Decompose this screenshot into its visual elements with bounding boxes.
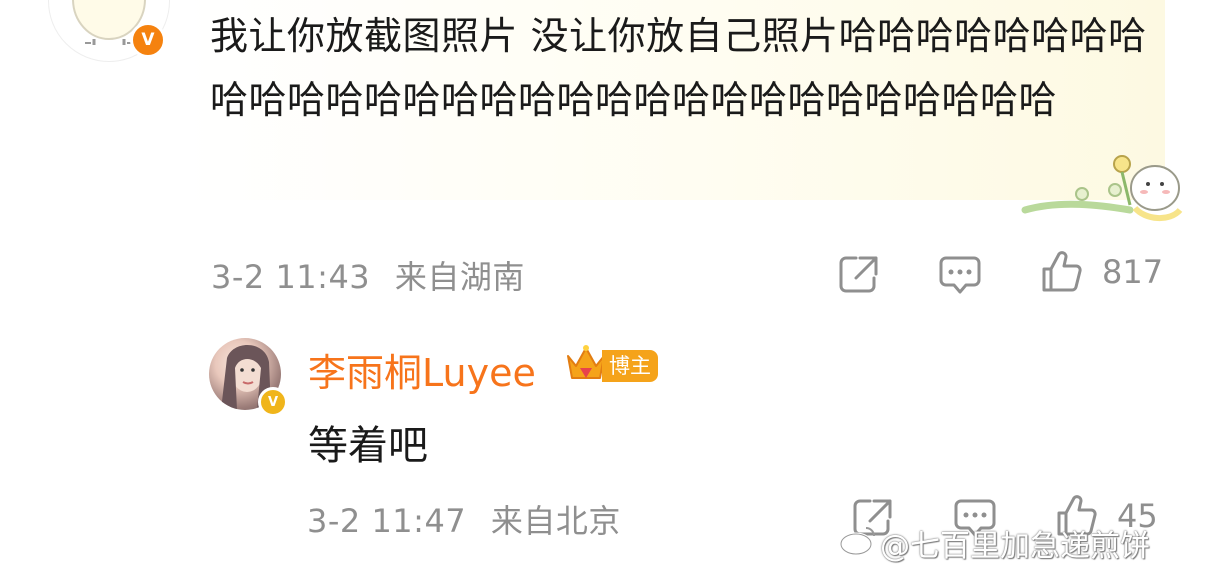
comment-meta: 3-2 11:43 来自湖南 bbox=[211, 252, 525, 298]
comment-text: 我让你放截图照片 没让你放自己照片哈哈哈哈哈哈哈哈哈哈哈哈哈哈哈哈哈哈哈哈哈哈哈… bbox=[210, 14, 1147, 122]
reply-time: 3-2 11:47 bbox=[307, 502, 467, 540]
share-icon[interactable] bbox=[838, 254, 880, 294]
watermark-text: @七百里加急递煎饼 bbox=[880, 529, 1150, 564]
like-icon bbox=[1042, 251, 1082, 292]
comment-icon[interactable] bbox=[938, 254, 982, 296]
reply-text: 等着吧 bbox=[308, 423, 428, 469]
comment-location: 来自湖南 bbox=[394, 258, 525, 296]
like-count: 817 bbox=[1102, 253, 1164, 291]
weibo-logo-icon bbox=[838, 522, 878, 562]
reply-meta: 3-2 11:47 来自北京 bbox=[307, 496, 621, 542]
like-button[interactable]: 817 bbox=[1040, 250, 1163, 294]
reply-location: 来自北京 bbox=[490, 502, 621, 540]
reply-author-name[interactable]: 李雨桐Luyee bbox=[308, 342, 536, 397]
verified-icon: V bbox=[130, 22, 166, 58]
verified-icon: V bbox=[258, 387, 288, 417]
author-tag-badge: 博主 bbox=[602, 350, 658, 382]
bunny-sticker-icon bbox=[1021, 155, 1183, 221]
comment-time: 3-2 11:43 bbox=[211, 258, 371, 296]
